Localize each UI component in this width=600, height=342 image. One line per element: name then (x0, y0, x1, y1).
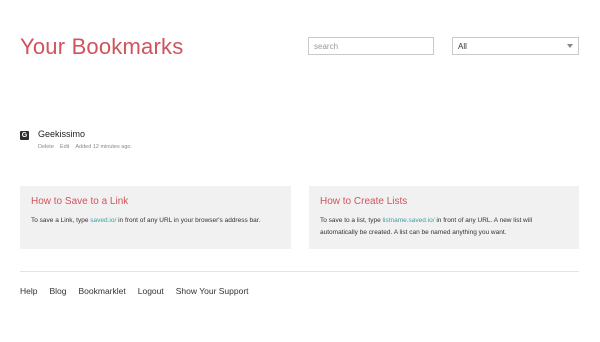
footer-link-logout[interactable]: Logout (138, 286, 164, 296)
page-title: Your Bookmarks (20, 34, 184, 59)
bookmark-meta: Delete Edit Added 12 minutes ago. (38, 144, 138, 150)
bookmark-title-link[interactable]: Geekissimo (38, 129, 85, 139)
edit-link[interactable]: Edit (60, 144, 69, 150)
added-timestamp: Added 12 minutes ago. (75, 144, 132, 150)
list-filter-select[interactable]: All (452, 37, 579, 55)
footer-nav: Help Blog Bookmarklet Logout Show Your S… (20, 286, 261, 296)
favicon-icon: G (20, 131, 29, 140)
saved-io-link[interactable]: saved.io/ (90, 217, 116, 224)
filter-selected-value: All (458, 41, 467, 51)
create-lists-help-text: To save to a list, type listname.saved.i… (320, 217, 533, 236)
save-link-help-text: To save a Link, type saved.io/ in front … (31, 217, 261, 224)
search-input[interactable] (308, 37, 434, 55)
footer-link-support[interactable]: Show Your Support (176, 286, 249, 296)
listname-link[interactable]: listname.saved.io/ (383, 217, 435, 224)
chevron-down-icon (567, 44, 573, 48)
footer-link-blog[interactable]: Blog (49, 286, 66, 296)
save-link-help-title: How to Save to a Link (31, 196, 129, 207)
create-lists-help-title: How to Create Lists (320, 196, 408, 207)
save-link-help-panel: How to Save to a Link To save a Link, ty… (20, 186, 291, 249)
footer-link-bookmarklet[interactable]: Bookmarklet (79, 286, 126, 296)
create-lists-help-panel: How to Create Lists To save to a list, t… (309, 186, 579, 249)
delete-link[interactable]: Delete (38, 144, 54, 150)
footer-divider (20, 271, 579, 272)
footer-link-help[interactable]: Help (20, 286, 37, 296)
